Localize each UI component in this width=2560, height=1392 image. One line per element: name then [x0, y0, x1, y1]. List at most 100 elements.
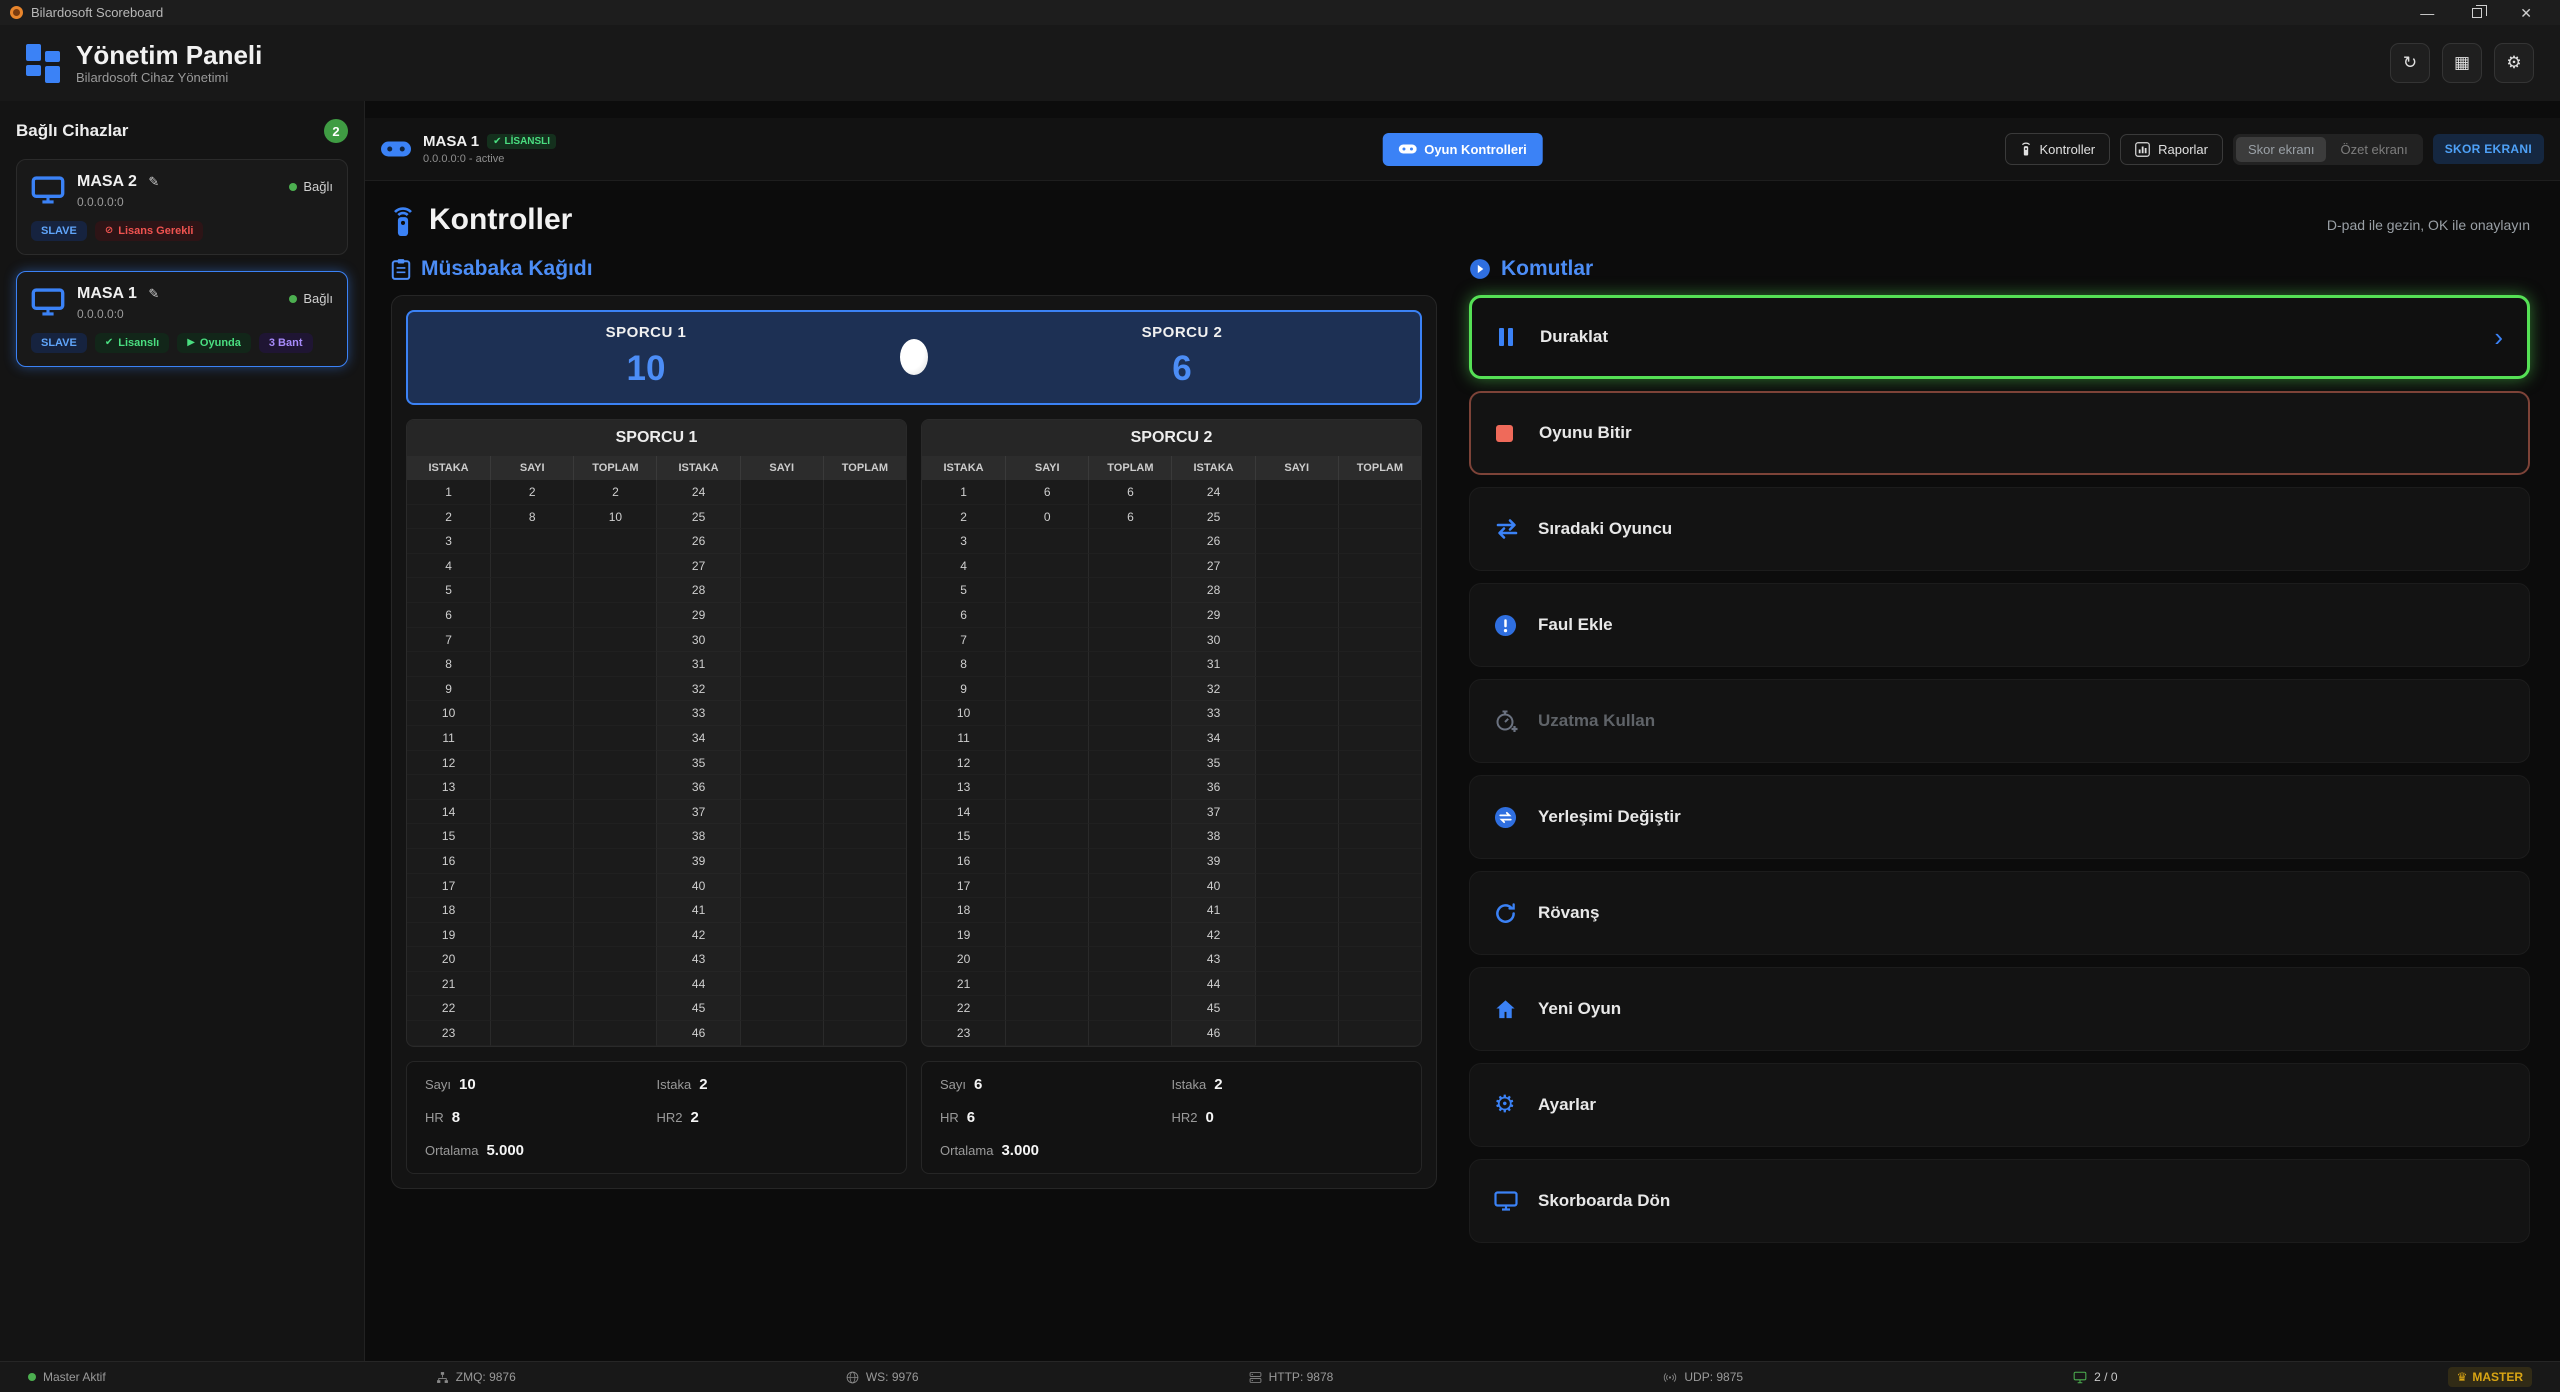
edit-pencil-icon[interactable]: ✎ [148, 286, 159, 301]
table-row: 16 39 [922, 849, 1421, 874]
sitemap-icon [436, 1371, 449, 1384]
table-player-title: SPORCU 1 [407, 420, 906, 456]
stat-item: HR 6 [940, 1109, 1172, 1126]
refresh-icon: ↻ [2403, 53, 2417, 73]
device-card[interactable]: MASA 2 ✎ 0.0.0.0:0 Bağlı SLAVE⊘Lisans Ge… [16, 159, 348, 255]
command-button[interactable]: ⚙Ayarlar [1469, 1063, 2530, 1147]
command-button[interactable]: Rövanş [1469, 871, 2530, 955]
monitor-icon [1494, 1190, 1524, 1212]
table-row: 23 46 [922, 1021, 1421, 1046]
clipboard-icon [391, 258, 411, 280]
layout-swap-icon [1494, 806, 1524, 829]
command-button[interactable]: Skorboarda Dön [1469, 1159, 2530, 1243]
table-row: 8 31 [407, 652, 906, 677]
device-card[interactable]: MASA 1 ✎ 0.0.0.0:0 Bağlı SLAVE✔Lisanslı▶… [16, 271, 348, 367]
toggle-score-screen[interactable]: Skor ekranı [2236, 137, 2326, 162]
column-header: SAYI [1255, 456, 1338, 480]
score-header: SPORCU 1 10 SPORCU 2 6 [406, 310, 1422, 405]
table-row: 18 41 [407, 898, 906, 923]
command-list: Duraklat› Oyunu Bitir Sıradaki Oyuncu Faul … [1469, 295, 2530, 1243]
edit-pencil-icon[interactable]: ✎ [148, 174, 159, 189]
refresh-button[interactable]: ↻ [2390, 43, 2430, 83]
sidebar: Bağlı Cihazlar 2 MASA 2 ✎ 0.0.0.0:0 Bağl… [0, 101, 365, 1392]
building-button[interactable]: ▦ [2442, 43, 2482, 83]
column-header: ISTAKA [922, 456, 1005, 480]
restore-icon[interactable] [2472, 8, 2482, 18]
command-button[interactable]: Duraklat› [1469, 295, 2530, 379]
command-label: Uzatma Kullan [1538, 711, 1655, 731]
command-button[interactable]: Uzatma Kullan [1469, 679, 2530, 763]
status-badge: SLAVE [31, 333, 87, 353]
bar-chart-icon [2135, 142, 2150, 157]
toggle-summary-screen[interactable]: Özet ekranı [2328, 137, 2419, 162]
zmq-status: ZMQ: 9876 [436, 1370, 516, 1384]
table-row: 3 26 [407, 529, 906, 554]
reports-button[interactable]: Raporlar [2120, 134, 2223, 165]
table-row: 122 24 [407, 480, 906, 505]
table-row: 6 29 [922, 603, 1421, 628]
table-row: 5 28 [407, 578, 906, 603]
table-row: 12 35 [407, 751, 906, 776]
command-label: Yeni Oyun [1538, 999, 1621, 1019]
globe-icon [846, 1371, 859, 1384]
status-bar: Master Aktif ZMQ: 9876 WS: 9976 [0, 1361, 2560, 1392]
stat-item: Sayı 6 [940, 1076, 1172, 1093]
table-row: 15 38 [407, 824, 906, 849]
controller-tab-button[interactable]: Kontroller [2005, 133, 2111, 165]
device-topbar: MASA 1 ✔ LİSANSLI 0.0.0.0:0 - active [365, 118, 2560, 181]
command-button[interactable]: Sıradaki Oyuncu [1469, 487, 2530, 571]
column-header: SAYI [740, 456, 823, 480]
scoresheet-title: Müsabaka Kağıdı [421, 257, 593, 281]
ws-status: WS: 9976 [846, 1370, 919, 1384]
table-row: 21 44 [922, 972, 1421, 997]
signal-icon [1663, 1371, 1677, 1384]
window-title: Bilardosoft Scoreboard [31, 5, 163, 20]
table-row: 10 33 [922, 701, 1421, 726]
scoresheet-panel: SPORCU 1 10 SPORCU 2 6 SPORCU 1ISTAKASAY… [391, 295, 1437, 1189]
player-summary: Sayı 6Istaka 2HR 6HR2 0Ortalama 3.000 [921, 1061, 1422, 1174]
commands-title: Komutlar [1501, 257, 1593, 281]
monitor-icon [31, 288, 65, 316]
game-controls-button[interactable]: Oyun Kontrolleri [1382, 133, 1543, 166]
screen-toggle: Skor ekranı Özet ekranı [2233, 134, 2423, 165]
device-counter: 2 / 0 [2073, 1370, 2117, 1384]
settings-button[interactable]: ⚙ [2494, 43, 2534, 83]
devices-icon [2073, 1371, 2087, 1384]
column-header: ISTAKA [656, 456, 739, 480]
home-icon [1494, 998, 1524, 1021]
player-summary: Sayı 10Istaka 2HR 8HR2 2Ortalama 5.000 [406, 1061, 907, 1174]
command-label: Skorboarda Dön [1538, 1191, 1670, 1211]
score-screen-badge: SKOR EKRANI [2433, 134, 2544, 164]
scoresheet-section: Müsabaka Kağıdı SPORCU 1 10 SPORCU 2 6 [391, 257, 1437, 1392]
command-button[interactable]: Faul Ekle [1469, 583, 2530, 667]
column-header: ISTAKA [407, 456, 490, 480]
controller-title: Kontroller [429, 203, 572, 237]
command-button[interactable]: Yerleşimi Değiştir [1469, 775, 2530, 859]
stat-item: HR 8 [425, 1109, 657, 1126]
server-icon [1249, 1371, 1262, 1384]
gear-icon: ⚙ [2506, 53, 2521, 73]
table-row: 8 31 [922, 652, 1421, 677]
status-badge: 3 Bant [259, 333, 313, 353]
table-row: 10 33 [407, 701, 906, 726]
close-icon[interactable]: ✕ [2520, 6, 2532, 20]
table-row: 11 34 [407, 726, 906, 751]
table-row: 3 26 [922, 529, 1421, 554]
master-status: Master Aktif [28, 1370, 106, 1384]
stop-icon [1495, 424, 1525, 443]
device-address: 0.0.0.0:0 [77, 195, 159, 209]
command-button[interactable]: Yeni Oyun [1469, 967, 2530, 1051]
status-badge: ⊘Lisans Gerekli [95, 221, 204, 241]
gear-icon: ⚙ [1494, 1093, 1516, 1117]
license-badge: ✔ LİSANSLI [487, 134, 556, 149]
table-row: 22 45 [922, 996, 1421, 1021]
table-row: 13 36 [922, 775, 1421, 800]
command-button[interactable]: Oyunu Bitir [1469, 391, 2530, 475]
stat-item: Sayı 10 [425, 1076, 657, 1093]
sidebar-heading: Bağlı Cihazlar [16, 121, 128, 141]
udp-status: UDP: 9875 [1663, 1370, 1743, 1384]
shield-check-icon: ✔ [493, 136, 501, 147]
minimize-icon[interactable]: — [2420, 6, 2434, 20]
table-row: 20 43 [922, 947, 1421, 972]
table-row: 6 29 [407, 603, 906, 628]
